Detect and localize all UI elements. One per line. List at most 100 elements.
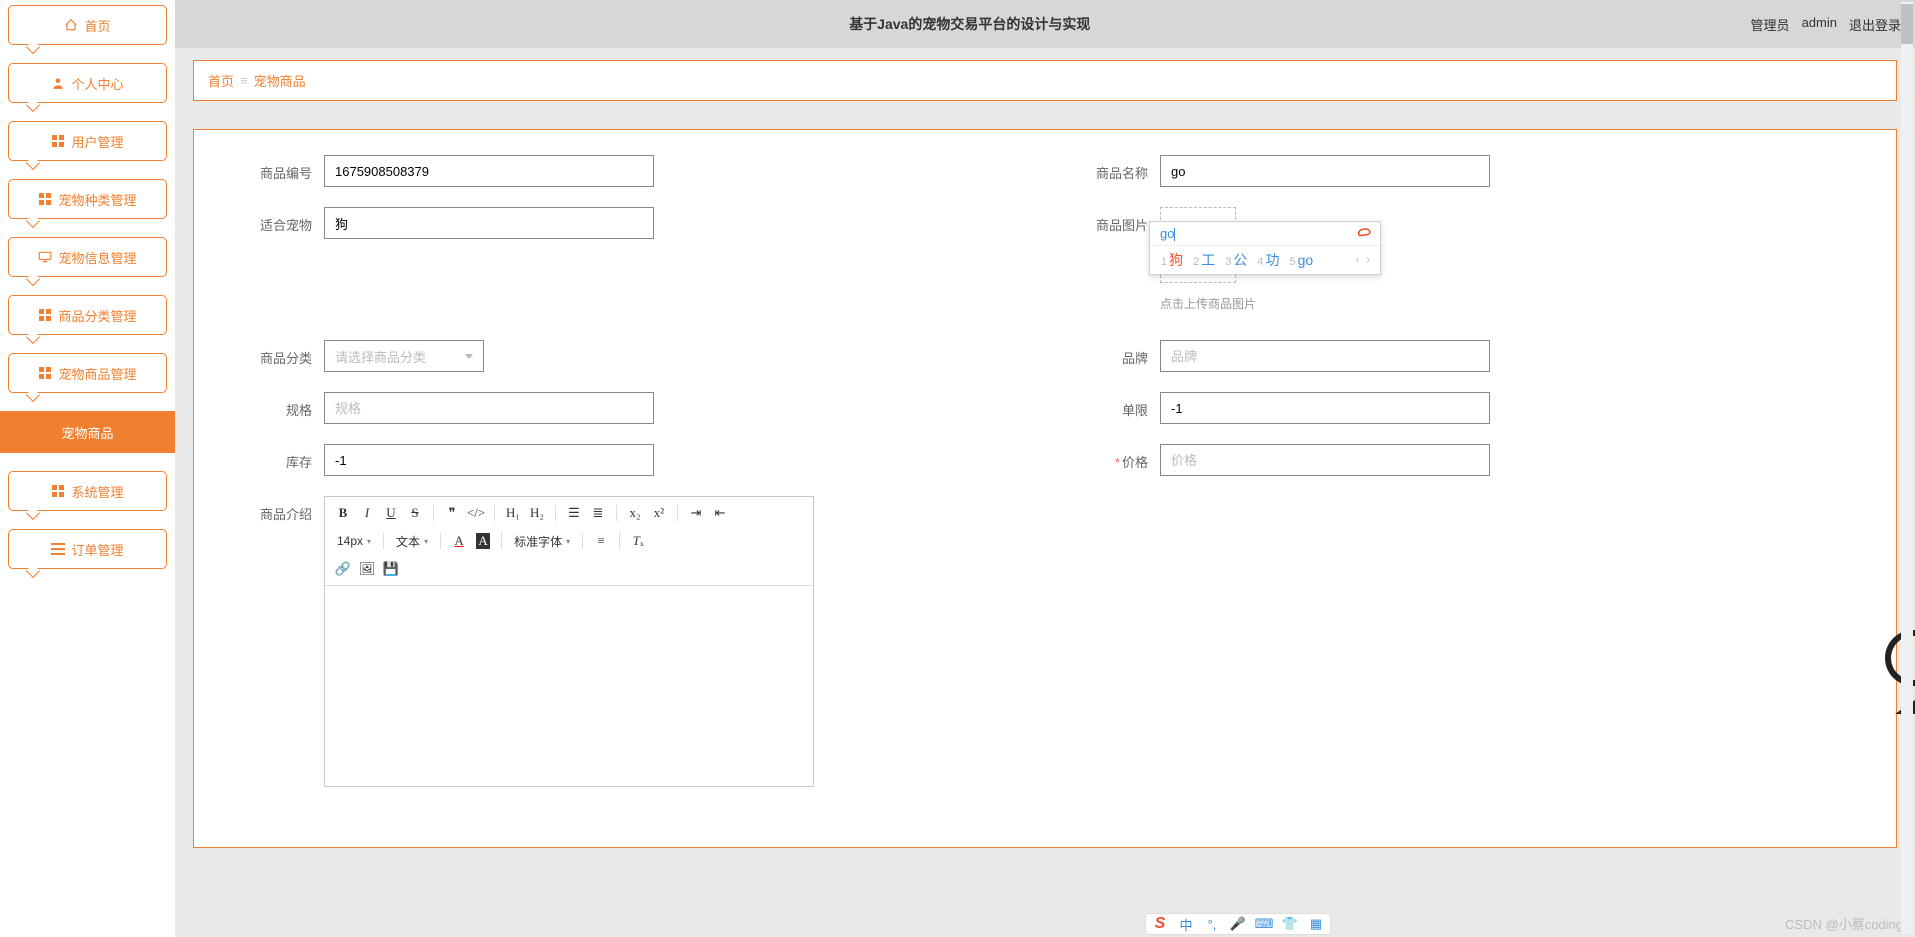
label-stock: 库存 xyxy=(234,444,324,471)
ime-tool-icon[interactable]: ▦ xyxy=(1308,916,1324,932)
ime-punct-icon[interactable]: °, xyxy=(1204,916,1220,932)
link-icon[interactable]: 🔗 xyxy=(333,559,353,579)
pet-suitable-input[interactable] xyxy=(324,207,654,239)
upload-hint: 点击上传商品图片 xyxy=(1160,295,1256,312)
bg-color-icon[interactable]: A xyxy=(473,531,493,551)
vertical-scrollbar[interactable] xyxy=(1901,2,1913,934)
sidebar-item-label: 宠物信息管理 xyxy=(58,248,136,267)
font-family-select[interactable]: 标准字体▾ xyxy=(510,531,574,551)
page-title: 基于Java的宠物交易平台的设计与实现 xyxy=(189,14,1751,34)
strike-icon[interactable]: S xyxy=(405,503,425,523)
category-select[interactable]: 请选择商品分类 xyxy=(324,340,484,372)
grid-icon xyxy=(51,134,65,148)
sup-icon[interactable]: x² xyxy=(649,503,669,523)
ime-candidate-1[interactable]: 1狗 xyxy=(1158,250,1186,270)
sidebar-item-label: 宠物商品 xyxy=(61,423,113,442)
brand-input[interactable] xyxy=(1160,340,1490,372)
rich-text-editor: B I U S ❞ </> H₁ H₂ ☰ xyxy=(324,496,814,787)
sidebar: 首页 个人中心 用户管理 宠物种类管理 宠物信息管理 商品分类管理 宠物商品管理 xyxy=(0,0,175,937)
label-spec: 规格 xyxy=(234,392,324,419)
label-category: 商品分类 xyxy=(234,340,324,367)
limit-input[interactable] xyxy=(1160,392,1490,424)
label-product-image: 商品图片 xyxy=(1070,207,1160,234)
indent-icon[interactable]: ⇥ xyxy=(686,503,706,523)
quote-icon[interactable]: ❞ xyxy=(442,503,462,523)
label-brand: 品牌 xyxy=(1070,340,1160,367)
sidebar-item-profile[interactable]: 个人中心 xyxy=(8,63,167,103)
editor-body[interactable] xyxy=(325,586,813,786)
sidebar-item-label: 商品分类管理 xyxy=(58,306,136,325)
category-placeholder: 请选择商品分类 xyxy=(335,347,426,366)
sidebar-item-system[interactable]: 系统管理 xyxy=(8,471,167,511)
grid-icon xyxy=(38,192,52,206)
image-icon[interactable]: 🖼 xyxy=(357,559,377,579)
outdent-icon[interactable]: ⇤ xyxy=(710,503,730,523)
ime-popup: go 1狗 2工 3公 4功 5go ‹ › xyxy=(1149,221,1381,275)
ime-skin-icon[interactable]: 👕 xyxy=(1282,916,1298,932)
sidebar-item-order[interactable]: 订单管理 xyxy=(8,529,167,569)
align-icon[interactable]: ≡ xyxy=(591,531,611,551)
price-input[interactable] xyxy=(1160,444,1490,476)
ime-candidate-2[interactable]: 2工 xyxy=(1190,250,1218,270)
sidebar-item-label: 个人中心 xyxy=(71,74,123,93)
ime-candidate-5[interactable]: 5go xyxy=(1287,252,1317,268)
sidebar-item-category[interactable]: 商品分类管理 xyxy=(8,295,167,335)
breadcrumb-separator-icon: ≡ xyxy=(240,73,248,88)
list-icon xyxy=(51,542,65,556)
block-type-select[interactable]: 文本▾ xyxy=(392,531,432,551)
ime-mic-icon[interactable]: 🎤 xyxy=(1230,916,1246,932)
label-product-name: 商品名称 xyxy=(1070,155,1160,182)
code-icon[interactable]: </> xyxy=(466,503,486,523)
font-color-icon[interactable]: A xyxy=(449,531,469,551)
stock-input[interactable] xyxy=(324,444,654,476)
h2-icon[interactable]: H₂ xyxy=(527,503,547,523)
product-name-input[interactable] xyxy=(1160,155,1490,187)
sub-icon[interactable]: x₂ xyxy=(625,503,645,523)
italic-icon[interactable]: I xyxy=(357,503,377,523)
ul-icon[interactable]: ≣ xyxy=(588,503,608,523)
header-user[interactable]: admin xyxy=(1802,15,1837,34)
ime-pager[interactable]: ‹ › xyxy=(1356,254,1372,266)
spec-input[interactable] xyxy=(324,392,654,424)
ime-lang-icon[interactable]: 中 xyxy=(1178,916,1194,932)
save-icon[interactable]: 💾 xyxy=(381,559,401,579)
header: 基于Java的宠物交易平台的设计与实现 管理员 admin 退出登录 xyxy=(175,0,1915,48)
grid-icon xyxy=(38,366,52,380)
grid-icon xyxy=(38,308,52,322)
sidebar-item-pet-type[interactable]: 宠物种类管理 xyxy=(8,179,167,219)
clear-format-icon[interactable]: Tₓ xyxy=(628,531,648,551)
sidebar-item-label: 订单管理 xyxy=(71,540,123,559)
logout-link[interactable]: 退出登录 xyxy=(1849,15,1901,34)
label-pet-suitable: 适合宠物 xyxy=(234,207,324,234)
label-product-no: 商品编号 xyxy=(234,155,324,182)
sidebar-item-home[interactable]: 首页 xyxy=(8,5,167,45)
user-icon xyxy=(51,76,65,90)
ime-keyboard-icon[interactable]: ⌨ xyxy=(1256,916,1272,932)
ime-candidates: 1狗 2工 3公 4功 5go ‹ › xyxy=(1150,246,1380,274)
h1-icon[interactable]: H₁ xyxy=(503,503,523,523)
sidebar-item-pet-info[interactable]: 宠物信息管理 xyxy=(8,237,167,277)
bold-icon[interactable]: B xyxy=(333,503,353,523)
ime-candidate-4[interactable]: 4功 xyxy=(1254,250,1282,270)
breadcrumb-current: 宠物商品 xyxy=(254,71,306,90)
product-no-input[interactable] xyxy=(324,155,654,187)
ol-icon[interactable]: ☰ xyxy=(564,503,584,523)
label-price: *价格 xyxy=(1070,444,1160,471)
ime-candidate-3[interactable]: 3公 xyxy=(1222,250,1250,270)
sidebar-item-product-mgmt[interactable]: 宠物商品管理 xyxy=(8,353,167,393)
home-icon xyxy=(64,18,78,32)
form-panel: 商品编号 商品名称 适合宠物 商品图片 xyxy=(193,129,1897,848)
breadcrumb-home[interactable]: 首页 xyxy=(208,71,234,90)
ime-bar[interactable]: S 中 °, 🎤 ⌨ 👕 ▦ xyxy=(1145,913,1331,935)
font-size-select[interactable]: 14px▾ xyxy=(333,531,375,551)
ime-input-text: go xyxy=(1160,226,1174,241)
breadcrumb: 首页 ≡ 宠物商品 xyxy=(193,60,1897,101)
sidebar-item-label: 系统管理 xyxy=(71,482,123,501)
sidebar-item-user-mgmt[interactable]: 用户管理 xyxy=(8,121,167,161)
label-limit: 单限 xyxy=(1070,392,1160,419)
sogou-s-icon[interactable]: S xyxy=(1152,916,1168,932)
sidebar-item-label: 用户管理 xyxy=(71,132,123,151)
underline-icon[interactable]: U xyxy=(381,503,401,523)
sidebar-item-label: 宠物种类管理 xyxy=(58,190,136,209)
sidebar-item-pet-product[interactable]: 宠物商品 xyxy=(0,411,175,453)
